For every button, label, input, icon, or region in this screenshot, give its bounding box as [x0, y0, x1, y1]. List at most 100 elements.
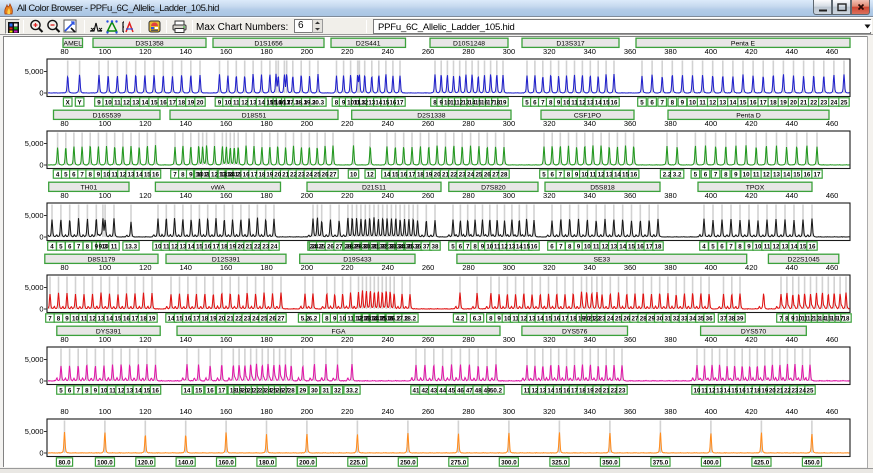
svg-text:14: 14 — [729, 99, 736, 106]
svg-text:7: 7 — [559, 243, 563, 250]
svg-text:13: 13 — [132, 99, 139, 106]
svg-text:18: 18 — [843, 315, 850, 322]
svg-text:25: 25 — [807, 387, 814, 394]
svg-text:140: 140 — [179, 47, 192, 56]
svg-text:10: 10 — [339, 315, 346, 322]
svg-text:29: 29 — [648, 315, 655, 322]
svg-text:260: 260 — [422, 335, 435, 344]
svg-text:13: 13 — [719, 99, 726, 106]
svg-text:180: 180 — [260, 191, 273, 200]
svg-text:160: 160 — [220, 47, 233, 56]
svg-text:7: 7 — [660, 99, 664, 106]
svg-text:30: 30 — [311, 387, 318, 394]
svg-text:15: 15 — [144, 171, 151, 178]
svg-text:8: 8 — [568, 243, 572, 250]
svg-text:11: 11 — [593, 243, 600, 250]
svg-text:16: 16 — [809, 243, 816, 250]
svg-text:13: 13 — [782, 243, 789, 250]
svg-text:41: 41 — [413, 387, 420, 394]
svg-text:11: 11 — [81, 315, 88, 322]
svg-text:4: 4 — [50, 243, 54, 250]
svg-text:9: 9 — [681, 99, 685, 106]
svg-text:7: 7 — [466, 243, 470, 250]
svg-text:11: 11 — [114, 99, 121, 106]
svg-text:11: 11 — [163, 243, 170, 250]
svg-text:320: 320 — [543, 407, 556, 416]
svg-text:7: 7 — [729, 243, 733, 250]
svg-text:80: 80 — [60, 47, 68, 56]
svg-text:12: 12 — [602, 243, 609, 250]
svg-text:9: 9 — [65, 315, 69, 322]
svg-text:240: 240 — [381, 191, 394, 200]
svg-text:100: 100 — [99, 407, 112, 416]
svg-text:400: 400 — [705, 119, 718, 128]
svg-text:100: 100 — [99, 47, 112, 56]
svg-text:15: 15 — [628, 243, 635, 250]
svg-text:6: 6 — [533, 99, 537, 106]
svg-text:375.0: 375.0 — [653, 459, 669, 466]
svg-text:180: 180 — [260, 407, 273, 416]
svg-text:15: 15 — [603, 99, 610, 106]
svg-text:8: 8 — [489, 315, 493, 322]
svg-text:17: 17 — [193, 315, 200, 322]
svg-text:38: 38 — [728, 315, 735, 322]
svg-text:15: 15 — [176, 315, 183, 322]
svg-text:460: 460 — [826, 119, 839, 128]
svg-text:13: 13 — [587, 99, 594, 106]
svg-text:200: 200 — [301, 407, 314, 416]
svg-text:13: 13 — [508, 243, 515, 250]
svg-text:21: 21 — [603, 387, 610, 394]
svg-text:21: 21 — [227, 315, 234, 322]
svg-text:12: 12 — [241, 99, 248, 106]
svg-text:13: 13 — [539, 387, 546, 394]
svg-text:0: 0 — [39, 449, 43, 458]
svg-text:10: 10 — [486, 243, 493, 250]
svg-text:15: 15 — [143, 387, 150, 394]
svg-text:9: 9 — [97, 171, 101, 178]
svg-text:14: 14 — [106, 315, 113, 322]
svg-text:18: 18 — [579, 387, 586, 394]
svg-text:6: 6 — [550, 171, 554, 178]
svg-text:6: 6 — [704, 171, 708, 178]
svg-text:360: 360 — [624, 263, 637, 272]
svg-text:9: 9 — [342, 99, 346, 106]
svg-text:4: 4 — [56, 171, 60, 178]
svg-text:7: 7 — [559, 171, 563, 178]
svg-text:12: 12 — [763, 171, 770, 178]
svg-text:18: 18 — [655, 243, 662, 250]
svg-text:27: 27 — [492, 171, 499, 178]
svg-text:36: 36 — [706, 315, 713, 322]
svg-text:0: 0 — [39, 377, 43, 386]
svg-text:SE33: SE33 — [593, 256, 610, 263]
svg-text:200: 200 — [301, 119, 314, 128]
svg-text:10: 10 — [689, 99, 696, 106]
svg-text:8: 8 — [86, 243, 90, 250]
svg-text:440: 440 — [785, 47, 798, 56]
svg-text:160.0: 160.0 — [218, 459, 234, 466]
svg-text:15: 15 — [195, 387, 202, 394]
svg-text:320: 320 — [543, 191, 556, 200]
svg-text:275.0: 275.0 — [451, 459, 467, 466]
svg-text:440: 440 — [785, 119, 798, 128]
svg-text:16: 16 — [152, 171, 159, 178]
svg-text:14: 14 — [383, 171, 390, 178]
svg-text:14: 14 — [537, 315, 544, 322]
svg-text:260: 260 — [422, 119, 435, 128]
svg-text:21: 21 — [776, 387, 783, 394]
svg-text:7: 7 — [714, 171, 718, 178]
svg-text:11: 11 — [111, 171, 118, 178]
svg-text:30: 30 — [656, 315, 663, 322]
svg-text:17: 17 — [646, 243, 653, 250]
svg-text:35: 35 — [697, 315, 704, 322]
svg-text:21: 21 — [800, 99, 807, 106]
svg-text:32: 32 — [673, 315, 680, 322]
svg-text:200: 200 — [301, 191, 314, 200]
svg-text:240: 240 — [381, 335, 394, 344]
svg-text:120: 120 — [139, 119, 152, 128]
svg-text:46: 46 — [457, 387, 464, 394]
svg-text:420: 420 — [745, 407, 758, 416]
svg-text:5: 5 — [59, 243, 63, 250]
svg-text:340: 340 — [583, 47, 596, 56]
svg-text:18: 18 — [201, 315, 208, 322]
svg-text:18: 18 — [570, 315, 577, 322]
